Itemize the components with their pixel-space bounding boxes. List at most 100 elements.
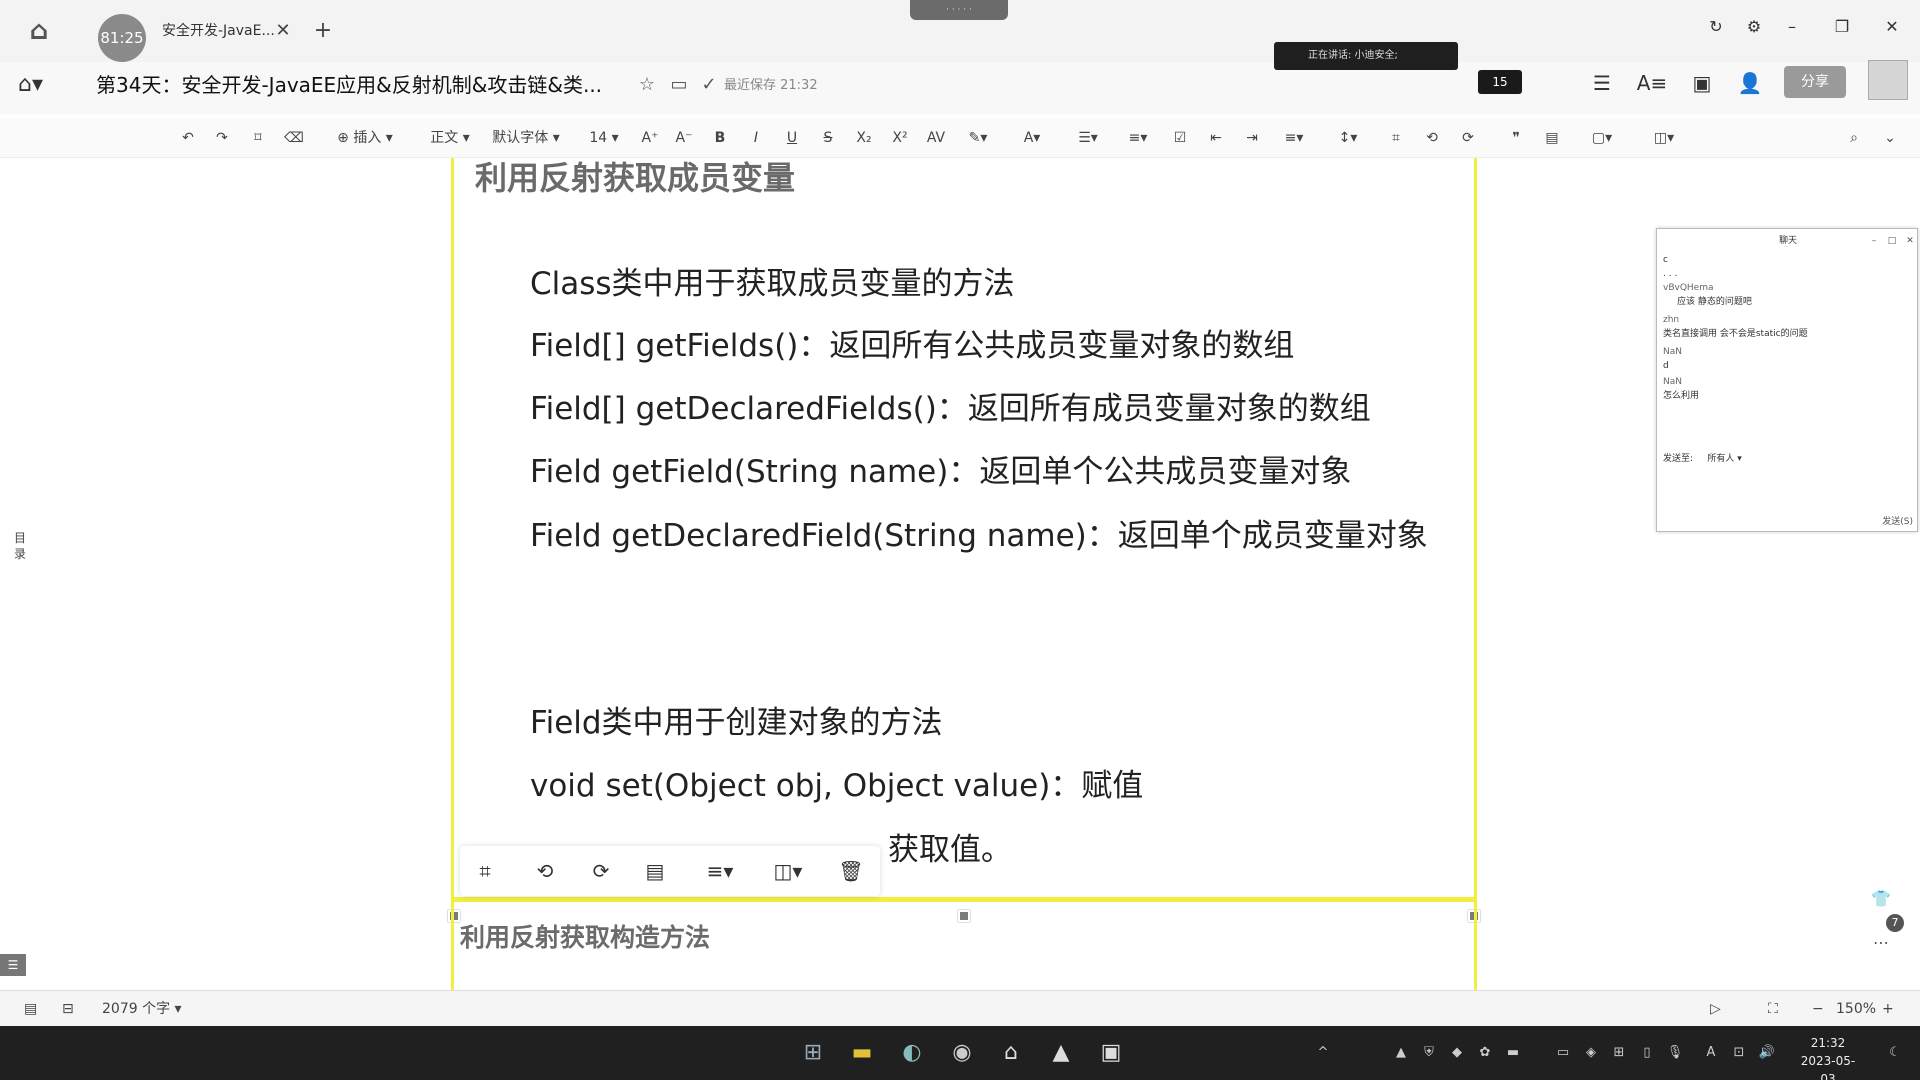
- toc-toggle[interactable]: 目录: [10, 530, 30, 570]
- tray-app-icon[interactable]: ◆: [1446, 1042, 1468, 1064]
- ime-icon[interactable]: ^: [1312, 1042, 1334, 1064]
- eraser-icon[interactable]: ⌫: [282, 124, 306, 152]
- meeting-app-icon[interactable]: ▲: [1044, 1036, 1078, 1070]
- thumbnail-toggle[interactable]: ☰: [0, 954, 26, 976]
- app-icon[interactable]: ⌂: [994, 1036, 1028, 1070]
- rotate-right-icon[interactable]: ⟳: [586, 856, 616, 886]
- tray-app-icon[interactable]: ▬: [1502, 1042, 1524, 1064]
- align-icon[interactable]: ≡▾: [1276, 124, 1312, 152]
- share-button[interactable]: 分享: [1784, 66, 1846, 98]
- layout-icon[interactable]: ⊟: [62, 997, 86, 1021]
- menu-icon[interactable]: ☰: [1586, 68, 1618, 98]
- user-avatar[interactable]: [1868, 60, 1908, 100]
- collaborate-icon[interactable]: 👤: [1734, 68, 1766, 98]
- char-spacing-icon[interactable]: AV: [924, 124, 948, 152]
- rotate-left-icon[interactable]: ⟲: [530, 856, 560, 886]
- zoom-out-button[interactable]: −: [1812, 997, 1828, 1021]
- bold-icon[interactable]: B: [708, 124, 732, 152]
- document-title[interactable]: 第34天：安全开发-JavaEE应用&反射机制&攻击链&类...: [96, 68, 636, 102]
- tray-app-icon[interactable]: ✿: [1474, 1042, 1496, 1064]
- fullscreen-icon[interactable]: ⛶: [1768, 997, 1792, 1021]
- present-icon[interactable]: ▣: [1686, 68, 1718, 98]
- battery-icon[interactable]: ▯: [1636, 1042, 1658, 1064]
- windows-tray-icon[interactable]: ⊞: [1608, 1042, 1630, 1064]
- indent-icon[interactable]: ⇥: [1240, 124, 1264, 152]
- close-icon[interactable]: ✕: [272, 16, 294, 46]
- quote-icon[interactable]: ❞: [1504, 124, 1528, 152]
- page-view-icon[interactable]: ▤: [24, 997, 48, 1021]
- wrap-icon[interactable]: ▤: [640, 856, 670, 886]
- folder-icon[interactable]: ▭: [666, 72, 692, 98]
- font-family-select[interactable]: 默认字体 ▾: [488, 124, 564, 152]
- start-icon[interactable]: ⊞: [796, 1036, 830, 1070]
- minimize-button[interactable]: –: [1776, 14, 1808, 40]
- strikethrough-icon[interactable]: S: [816, 124, 840, 152]
- paragraph-style-select[interactable]: 正文 ▾: [424, 124, 476, 152]
- settings-icon[interactable]: ⚙: [1738, 14, 1770, 40]
- system-clock[interactable]: 21:32 2023-05-03: [1796, 1034, 1860, 1080]
- text-format-icon[interactable]: A≡: [1636, 68, 1668, 98]
- block-icon[interactable]: ▢▾: [1584, 124, 1620, 152]
- close-window-button[interactable]: ✕: [1876, 14, 1908, 40]
- play-icon[interactable]: ▷: [1710, 997, 1734, 1021]
- microphone-icon[interactable]: 🎙: [1664, 1042, 1686, 1064]
- checklist-icon[interactable]: ☑: [1168, 124, 1192, 152]
- app-logo-icon[interactable]: ⌂: [22, 14, 56, 48]
- rotate-left-icon[interactable]: ⟲: [1420, 124, 1444, 152]
- refresh-icon[interactable]: ↻: [1700, 14, 1732, 40]
- word-count[interactable]: 2079 个字 ▾: [102, 997, 222, 1021]
- more-image-icon[interactable]: ◫▾: [764, 856, 812, 886]
- divider-icon[interactable]: ▤: [1540, 124, 1564, 152]
- delete-icon[interactable]: 🗑: [836, 856, 866, 886]
- zoom-in-button[interactable]: +: [1882, 997, 1898, 1021]
- format-painter-icon[interactable]: ⌑: [246, 124, 270, 152]
- line-spacing-icon[interactable]: ↕▾: [1330, 124, 1366, 152]
- file-explorer-icon[interactable]: ▬: [845, 1036, 879, 1070]
- send-button[interactable]: 发送(S): [1867, 515, 1913, 529]
- participant-count-badge[interactable]: 15: [1478, 70, 1522, 94]
- tray-app-icon[interactable]: ◈: [1580, 1042, 1602, 1064]
- recipient-select[interactable]: 所有人: [1707, 454, 1734, 464]
- tray-app-icon[interactable]: ▲: [1390, 1042, 1412, 1064]
- increase-font-icon[interactable]: A⁺: [638, 124, 662, 152]
- search-icon[interactable]: ⌕: [1842, 124, 1866, 152]
- bullet-list-icon[interactable]: ☰▾: [1070, 124, 1106, 152]
- chat-window[interactable]: 聊天 – □ ✕ c. . . vBvQHema 应该 静态的问题吧 zhn 类名直接调…: [1656, 228, 1918, 532]
- volume-icon[interactable]: 🔊: [1756, 1042, 1778, 1064]
- close-icon[interactable]: ✕: [1903, 233, 1917, 249]
- redo-icon[interactable]: ↷: [210, 124, 234, 152]
- chevron-down-icon[interactable]: ⌄: [1878, 124, 1902, 152]
- highlight-icon[interactable]: ✎▾: [960, 124, 996, 152]
- italic-icon[interactable]: I: [744, 124, 768, 152]
- outdent-icon[interactable]: ⇤: [1204, 124, 1228, 152]
- font-color-icon[interactable]: A▾: [1014, 124, 1050, 152]
- maximize-button[interactable]: ❐: [1826, 14, 1858, 40]
- chat-tray-icon[interactable]: ▭: [1552, 1042, 1574, 1064]
- more-icon[interactable]: ◫▾: [1646, 124, 1682, 152]
- crop-icon[interactable]: ⌗: [1384, 124, 1408, 152]
- network-icon[interactable]: ⊡: [1728, 1042, 1750, 1064]
- notes-app-icon[interactable]: ▣: [1094, 1036, 1128, 1070]
- font-size-select[interactable]: 14 ▾: [582, 124, 626, 152]
- decrease-font-icon[interactable]: A⁻: [672, 124, 696, 152]
- shield-icon[interactable]: ⛨: [1418, 1042, 1440, 1064]
- chrome-browser-icon[interactable]: ◉: [945, 1036, 979, 1070]
- underline-icon[interactable]: U: [780, 124, 804, 152]
- home-icon[interactable]: ⌂▾: [18, 70, 58, 100]
- star-icon[interactable]: ☆: [634, 72, 660, 98]
- input-method-icon[interactable]: A: [1700, 1042, 1722, 1064]
- insert-menu[interactable]: ⊕ 插入 ▾: [332, 124, 398, 152]
- subscript-icon[interactable]: X₂: [852, 124, 876, 152]
- align-image-icon[interactable]: ≡▾: [696, 856, 744, 886]
- crop-icon[interactable]: ⌗: [470, 856, 500, 886]
- edge-browser-icon[interactable]: ◐: [895, 1036, 929, 1070]
- numbered-list-icon[interactable]: ≡▾: [1120, 124, 1156, 152]
- superscript-icon[interactable]: X²: [888, 124, 912, 152]
- maximize-button[interactable]: □: [1885, 233, 1899, 249]
- screen-share-indicator[interactable]: · · · · ·: [910, 0, 1008, 20]
- rotate-right-icon[interactable]: ⟳: [1456, 124, 1480, 152]
- minimize-button[interactable]: –: [1867, 233, 1881, 249]
- moon-icon[interactable]: ☾: [1884, 1042, 1906, 1064]
- shirt-icon[interactable]: 👕: [1866, 886, 1896, 912]
- new-tab-button[interactable]: +: [310, 16, 336, 46]
